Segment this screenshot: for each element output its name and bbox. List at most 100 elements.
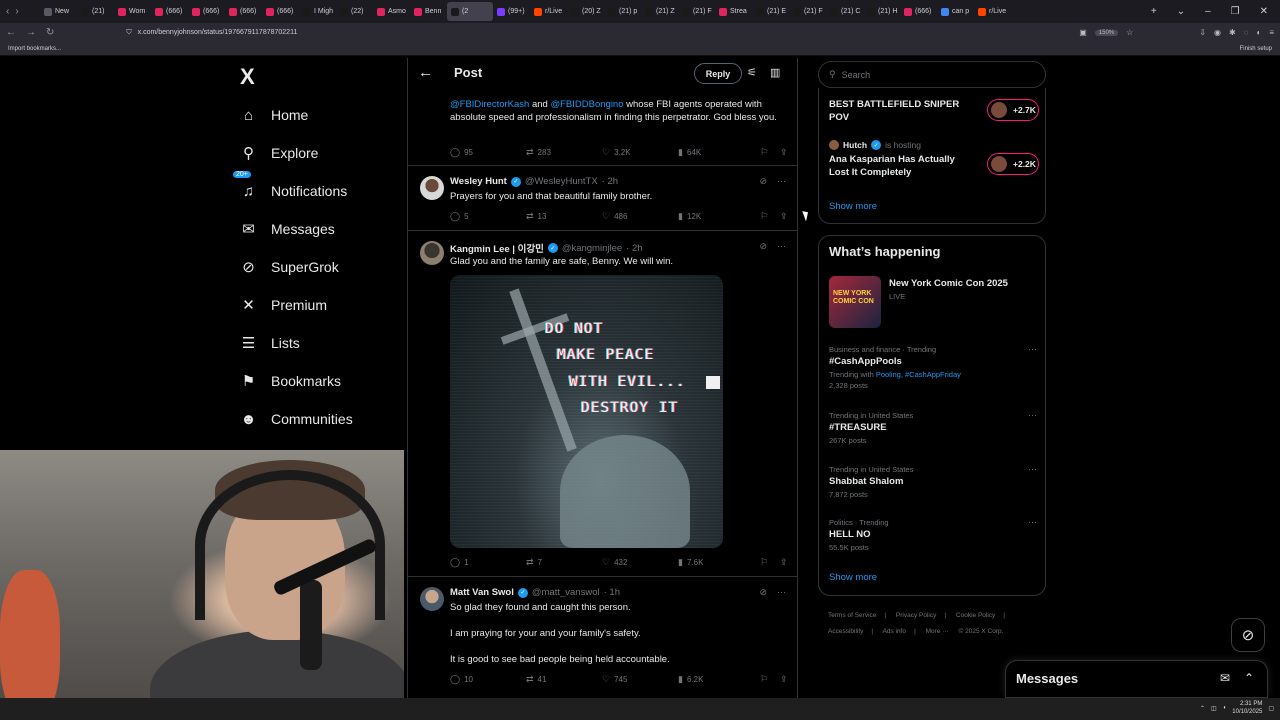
author-handle[interactable]: @WesleyHuntTX <box>525 176 598 187</box>
more-icon[interactable]: ··· <box>777 241 786 252</box>
reply-button[interactable]: Reply <box>694 63 742 84</box>
browser-tab[interactable]: (666) <box>151 2 188 21</box>
browser-tab[interactable]: Strea <box>715 2 752 21</box>
like-action[interactable]: ♡ 486 <box>602 211 627 222</box>
minimize-icon[interactable]: – <box>1205 6 1211 17</box>
spaces-show-more-link[interactable]: Show more <box>829 201 877 212</box>
browser-tab[interactable]: (21) <box>77 2 114 21</box>
mute-icon[interactable]: ◌ <box>1244 28 1249 37</box>
views-action[interactable]: ▮ 7.6K <box>678 557 703 568</box>
space-item[interactable]: BEST BATTLEFIELD SNIPER POV +2.7K <box>829 98 1039 124</box>
sliders-icon[interactable]: ⚟ <box>747 66 757 79</box>
author-name[interactable]: Matt Van Swol <box>450 587 514 598</box>
like-action[interactable]: ♡ 432 <box>602 557 627 568</box>
browser-tab[interactable]: I Migh <box>299 2 336 21</box>
more-icon[interactable]: ··· <box>1028 464 1037 474</box>
firefox-view-icon[interactable]: › <box>15 6 18 17</box>
bookmark-action[interactable]: ⚐ <box>760 147 768 158</box>
back-nav-icon[interactable]: ← <box>6 27 16 38</box>
privacy-link[interactable]: Privacy Policy <box>896 612 936 619</box>
trends-show-more-link[interactable]: Show more <box>829 572 877 583</box>
related-trend-links[interactable]: Pooling, #CashAppFriday <box>876 370 961 379</box>
mention-link[interactable]: @FBIDirectorKash <box>450 99 529 110</box>
reply-action[interactable]: ◯ 5 <box>450 211 469 222</box>
nav-item-messages[interactable]: ✉ Messages <box>240 217 335 241</box>
tab-list-icon[interactable]: ‹ <box>6 6 9 17</box>
space-item[interactable]: Hutch ✓ is hosting Ana Kasparian Has Act… <box>829 140 1039 179</box>
share-action[interactable]: ⇪ <box>780 674 788 685</box>
author-name[interactable]: Kangmin Lee | 이강민 <box>450 241 544 255</box>
new-tab-icon[interactable]: + <box>1151 6 1157 17</box>
network-icon[interactable]: ◫ <box>1211 705 1217 712</box>
repost-action[interactable]: ⇄ 7 <box>526 557 542 568</box>
finish-setup-link[interactable]: Finish setup <box>1240 46 1272 52</box>
author-handle[interactable]: @kangminjlee <box>562 243 622 254</box>
repost-action[interactable]: ⇄ 283 <box>526 147 551 158</box>
browser-tab[interactable]: (21) F <box>789 2 826 21</box>
browser-tab[interactable]: (666) <box>900 2 937 21</box>
views-action[interactable]: ▮ 12K <box>678 211 701 222</box>
reply-post[interactable]: Kangmin Lee | 이강민 ✓ @kangminjlee · 2h ⊘ … <box>408 231 797 577</box>
search-input[interactable]: ⚲ Search <box>818 61 1046 88</box>
messages-drawer[interactable]: Messages ✉ ⌃ <box>1005 660 1268 698</box>
bookmark-action[interactable]: ⚐ <box>760 557 768 568</box>
trend-item[interactable]: Trending in United States #TREASURE 267K… <box>829 410 1039 446</box>
terms-link[interactable]: Terms of Service <box>828 612 876 619</box>
more-icon[interactable]: ··· <box>1028 410 1037 420</box>
reply-action[interactable]: ◯ 95 <box>450 147 473 158</box>
browser-tab[interactable]: (21) p <box>604 2 641 21</box>
space-listen-pill[interactable]: +2.7K <box>987 99 1039 121</box>
browser-tab[interactable]: (21) E <box>752 2 789 21</box>
browser-tab[interactable]: r/Live <box>974 2 1011 21</box>
x-logo-icon[interactable]: X <box>240 64 255 90</box>
views-action[interactable]: ▮ 6.2K <box>678 674 703 685</box>
reply-post[interactable]: Matt Van Swol ✓ @matt_vanswol · 1h ⊘ ···… <box>408 577 797 698</box>
share-action[interactable]: ⇪ <box>780 147 788 158</box>
nav-item-explore[interactable]: ⚲ Explore <box>240 141 318 165</box>
reload-icon[interactable]: ↻ <box>46 27 54 38</box>
browser-tab[interactable]: (666) <box>225 2 262 21</box>
volume-icon[interactable]: ◐ <box>1256 28 1261 37</box>
reply-action[interactable]: ◯ 1 <box>450 557 469 568</box>
more-icon[interactable]: ··· <box>1028 517 1037 527</box>
nav-item-supergrok[interactable]: ⊘ SuperGrok <box>240 255 339 279</box>
reply-post[interactable]: Wesley Hunt ✓ @WesleyHuntTX · 2h ⊘ ··· P… <box>408 166 797 231</box>
more-icon[interactable]: ··· <box>1028 344 1037 354</box>
menu-icon[interactable]: ≡ <box>1269 28 1274 37</box>
more-icon[interactable]: ··· <box>777 176 786 187</box>
account-icon[interactable]: ◉ <box>1214 28 1221 37</box>
list-tabs-icon[interactable]: ⌄ <box>1177 6 1185 17</box>
browser-tab[interactable]: (99+) <box>493 2 530 21</box>
sound-icon[interactable]: ◖ <box>1223 705 1227 711</box>
repost-action[interactable]: ⇄ 41 <box>526 674 546 685</box>
trend-item[interactable]: Trending in United States Shabbat Shalom… <box>829 464 1039 500</box>
chevron-up-icon[interactable]: ⌃ <box>1244 671 1254 685</box>
import-bookmarks-link[interactable]: Import bookmarks... <box>8 46 61 52</box>
browser-tab[interactable]: (666) <box>188 2 225 21</box>
zoom-badge[interactable]: 150% <box>1094 29 1119 36</box>
accessibility-link[interactable]: Accessibility <box>828 628 863 635</box>
forward-nav-icon[interactable]: → <box>26 27 36 38</box>
avatar[interactable] <box>420 176 444 200</box>
clock[interactable]: 2:31 PM 10/10/2025 <box>1232 700 1262 716</box>
browser-tab[interactable]: Asmo <box>373 2 410 21</box>
reader-mode-icon[interactable]: ▥ <box>770 66 780 79</box>
post-image[interactable]: DO NOT MAKE PEACE WITH EVIL... DESTROY I… <box>450 275 723 548</box>
post-time[interactable]: · 2h <box>602 176 618 187</box>
ads-info-link[interactable]: Ads info <box>883 628 907 635</box>
browser-tab[interactable]: Benn <box>410 2 447 21</box>
browser-tab[interactable]: (666) <box>262 2 299 21</box>
reply-action[interactable]: ◯ 10 <box>450 674 473 685</box>
avatar[interactable] <box>420 587 444 611</box>
host-name[interactable]: Hutch <box>843 140 867 150</box>
close-window-icon[interactable]: ✕ <box>1260 6 1268 17</box>
like-action[interactable]: ♡ 3.2K <box>602 147 631 158</box>
avatar[interactable] <box>420 241 444 265</box>
repost-action[interactable]: ⇄ 13 <box>526 211 546 222</box>
browser-tab[interactable]: New <box>40 2 77 21</box>
browser-tab[interactable]: (21) C <box>826 2 863 21</box>
browser-tab[interactable]: r/Live <box>530 2 567 21</box>
nav-item-home[interactable]: ⌂ Home <box>240 103 308 127</box>
maximize-icon[interactable]: ❐ <box>1231 6 1240 17</box>
new-message-icon[interactable]: ✉ <box>1220 671 1230 685</box>
